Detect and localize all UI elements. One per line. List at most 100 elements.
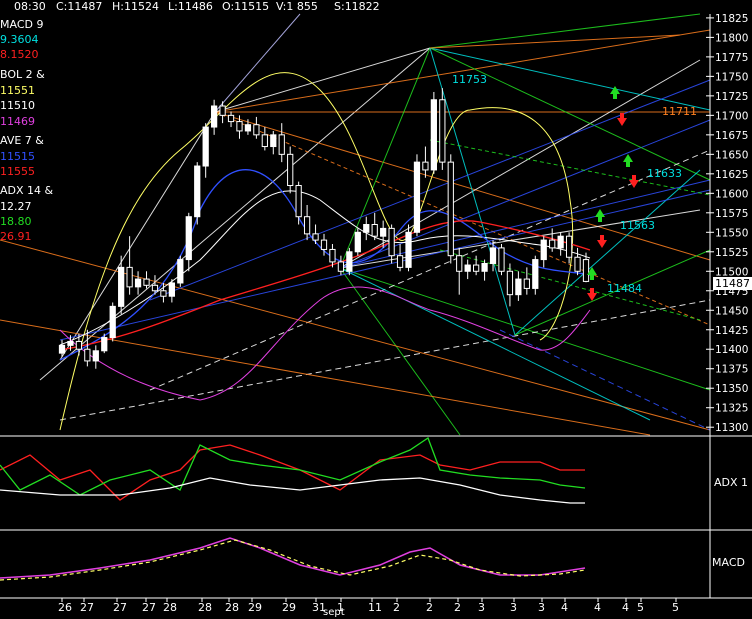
price-tick-label: 11750 (715, 71, 748, 83)
candle-body (380, 227, 387, 237)
candle-body (303, 216, 311, 235)
time-tick-label: 28 (163, 601, 177, 614)
candle (574, 247, 581, 276)
candle-body (456, 255, 463, 272)
candle (557, 232, 564, 256)
candle-body (151, 284, 159, 292)
settle-readout: S:11822 (334, 0, 380, 13)
bol-legend-label: BOL 2 & (0, 68, 45, 81)
down-arrow-icon (617, 113, 627, 126)
guide-lines (0, 13, 711, 436)
candle-body (84, 348, 91, 362)
price-tick-label: 11600 (715, 188, 748, 200)
volume-readout: V:1 855 (276, 0, 318, 13)
down-arrow-icon (587, 288, 597, 301)
price-tick-label: 11675 (715, 130, 748, 142)
adx-legend-label: ADX 14 & (0, 184, 54, 197)
candle-body (506, 270, 514, 296)
candle (540, 236, 547, 268)
candle-body (202, 126, 209, 167)
candle (413, 154, 421, 237)
time-tick-label: 27 (80, 601, 94, 614)
candle (143, 271, 150, 289)
candle (481, 259, 488, 281)
down-arrow-icon (629, 175, 639, 188)
level-label-11484: 11484 (607, 282, 642, 295)
guide-line (339, 267, 461, 436)
candle-body (185, 216, 192, 261)
time-tick-label: 2 (454, 601, 461, 614)
adx-value-2: 18.80 (0, 215, 32, 228)
candle (388, 224, 395, 264)
down-arrow-icon (597, 235, 607, 248)
candle-body (261, 134, 268, 148)
level-label-11711: 11711 (662, 105, 697, 118)
candle-body (278, 134, 285, 155)
guide-line (0, 319, 651, 436)
time-tick-label: 26 (58, 601, 72, 614)
candle (295, 181, 302, 225)
candle (168, 279, 175, 303)
candle-body (109, 305, 116, 339)
adx-panel-label: ADX 1 (714, 476, 749, 489)
candle-body (523, 278, 530, 289)
candle (363, 216, 370, 241)
time-tick-label: 27 (113, 601, 127, 614)
candle-body (439, 99, 446, 163)
time-tick-label: 4 (561, 601, 568, 614)
price-tick-label: 11300 (715, 422, 748, 434)
candle (354, 228, 361, 256)
time-readout: 08:30 (14, 0, 46, 13)
candle (270, 130, 277, 155)
candle-body (75, 340, 83, 350)
low-readout: L:11486 (168, 0, 213, 13)
time-axis: 26 27 27 27 28 28 28 29 29 31 1 11 2 2 2 3 3 3 4 4 4 5 5 (58, 598, 679, 614)
time-tick-label: 29 (282, 601, 296, 614)
price-tick-label: 11800 (715, 32, 748, 44)
candle-body (582, 259, 590, 282)
candle-body (363, 224, 370, 233)
candle-body (194, 165, 201, 218)
ave-value-1: 11515 (0, 150, 35, 163)
candle-body (549, 239, 556, 249)
bol-value-3: 11469 (0, 115, 35, 128)
price-tick-label: 11725 (715, 91, 748, 103)
candle-body (58, 344, 66, 354)
time-tick-label: 4 (622, 601, 629, 614)
candle (396, 243, 404, 272)
candle (346, 247, 353, 276)
adx-value-1: 12.27 (0, 200, 32, 213)
open-readout: O:11515 (222, 0, 270, 13)
candle (498, 243, 505, 276)
time-tick-label: 2 (426, 601, 433, 614)
candle-body (388, 227, 395, 257)
candle-body (422, 161, 429, 171)
level-label-11633: 11633 (647, 167, 682, 180)
candle (456, 247, 463, 295)
candle-body (447, 161, 454, 257)
price-tick-label: 11700 (715, 110, 748, 122)
candle-body (337, 261, 345, 272)
candle (506, 263, 514, 307)
candle-body (574, 256, 581, 272)
chart-canvas: 1130011325113501137511400114251145011475… (0, 13, 752, 614)
candle (312, 224, 319, 244)
candle-body (312, 233, 319, 241)
candle-body (413, 161, 421, 233)
candle-body (253, 124, 260, 136)
candle (532, 255, 539, 295)
candle (549, 228, 556, 252)
up-arrow-icon (595, 209, 605, 222)
price-tick-label: 11400 (715, 344, 748, 356)
candle-body (565, 235, 573, 258)
adx-value-3: 26.91 (0, 230, 32, 243)
guide-line (149, 149, 711, 391)
candle-body (236, 121, 243, 132)
candle (439, 88, 446, 170)
close-readout: C:11487 (56, 0, 103, 13)
candle-body (287, 153, 294, 187)
price-tick-label: 11550 (715, 227, 748, 239)
guide-line (339, 267, 651, 421)
candle-body (557, 235, 564, 249)
macd-panel-label: MACD (712, 556, 745, 569)
